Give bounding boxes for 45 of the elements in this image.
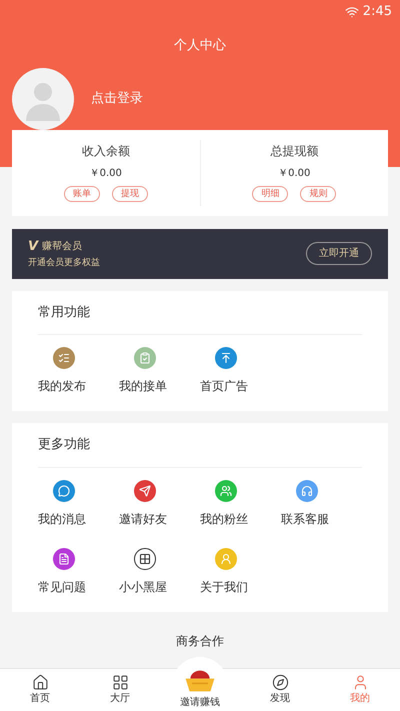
function-item[interactable]: 小小黑屋 <box>119 536 200 604</box>
home-icon <box>32 674 48 691</box>
function-item[interactable]: 我的发布 <box>38 335 119 403</box>
wifi-icon <box>344 5 359 19</box>
ingot-icon <box>183 669 217 693</box>
page-title: 个人中心 <box>173 37 227 55</box>
status-time: 2:45 <box>362 3 392 22</box>
balance-label: 总提现额 <box>270 142 318 160</box>
tab[interactable]: 大厅 <box>80 669 160 711</box>
function-item[interactable]: 我的消息 <box>38 468 119 536</box>
business-link[interactable]: 商务合作 <box>0 632 400 650</box>
function-item[interactable]: 常见问题 <box>38 536 119 604</box>
balance-label: 收入余额 <box>82 142 130 160</box>
pill-button[interactable]: 账单 <box>64 186 100 202</box>
vip-title: 赚帮会员 <box>42 240 82 254</box>
function-item[interactable]: 我的粉丝 <box>200 468 281 536</box>
function-label: 我的接单 <box>119 378 167 395</box>
function-item[interactable]: 首页广告 <box>200 335 281 403</box>
function-label: 关于我们 <box>200 578 248 596</box>
section-title: 更多功能 <box>38 423 362 468</box>
tab[interactable]: 发现 <box>240 669 320 711</box>
function-label: 我的粉丝 <box>200 510 248 528</box>
vip-logo-letter: V <box>28 238 38 256</box>
function-label: 我的消息 <box>38 510 86 528</box>
function-label: 我的发布 <box>38 378 86 395</box>
function-label: 首页广告 <box>200 378 248 395</box>
compass-icon <box>272 674 288 691</box>
tab[interactable]: 首页 <box>0 669 80 711</box>
function-item[interactable]: 邀请好友 <box>119 468 200 536</box>
function-item[interactable]: 联系客服 <box>281 468 362 536</box>
function-label: 联系客服 <box>281 510 329 528</box>
section-title: 常用功能 <box>38 290 362 335</box>
function-item[interactable]: 我的接单 <box>119 335 200 403</box>
function-label: 常见问题 <box>38 578 86 596</box>
function-item[interactable]: 关于我们 <box>200 536 281 604</box>
balance-amount: ￥0.00 <box>278 166 310 180</box>
vip-subtitle: 开通会员更多权益 <box>28 256 100 270</box>
pill-button[interactable]: 明细 <box>252 186 288 202</box>
grid-icon <box>112 674 128 691</box>
balance-amount: ￥0.00 <box>90 166 122 180</box>
function-label: 邀请好友 <box>119 510 167 528</box>
activate-button[interactable]: 立即开通 <box>306 242 372 265</box>
pill-button[interactable]: 规则 <box>300 186 336 202</box>
function-label: 小小黑屋 <box>119 578 167 596</box>
pill-button[interactable]: 提现 <box>112 186 148 202</box>
